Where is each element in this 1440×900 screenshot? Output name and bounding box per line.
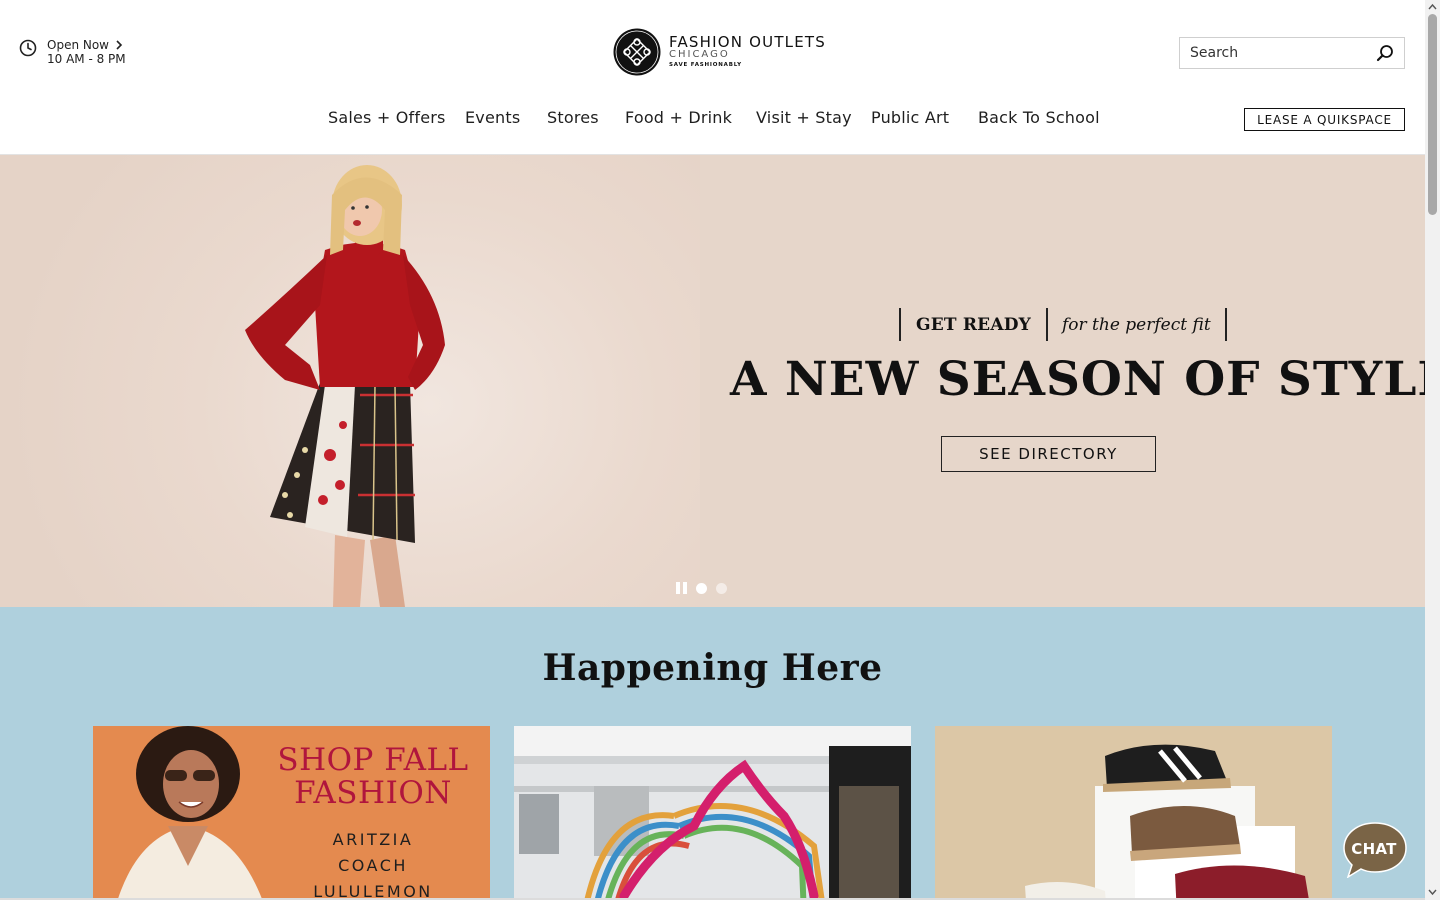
sneakers-image xyxy=(935,726,1332,900)
vertical-scrollbar[interactable] xyxy=(1425,0,1440,900)
section-title: Happening Here xyxy=(542,647,883,689)
carousel-dot-2[interactable] xyxy=(716,582,727,594)
logo-city: CHICAGO xyxy=(669,49,730,60)
carousel-dot-1[interactable] xyxy=(696,582,707,594)
public-art-image xyxy=(514,726,911,900)
search-input[interactable] xyxy=(1180,38,1370,68)
nav-visit-stay[interactable]: Visit + Stay xyxy=(756,108,852,127)
chat-button[interactable]: CHAT xyxy=(1343,822,1407,878)
promo-headline-line1: SHOP FALL xyxy=(277,742,469,778)
happening-here-section: Happening Here SHOP FALL FASHION ARITZIA… xyxy=(0,607,1425,900)
pause-icon[interactable] xyxy=(676,582,687,594)
store-hours[interactable]: Open Now 10 AM - 8 PM xyxy=(19,38,126,66)
hero-kicker-left: GET READY xyxy=(916,314,1031,335)
search-box xyxy=(1179,37,1405,69)
brand-item: LULULEMON xyxy=(313,882,433,900)
site-header: Open Now 10 AM - 8 PM FASHION OUTLETS CH… xyxy=(0,0,1425,155)
knot-logo-icon xyxy=(613,28,661,76)
brand-item: ARITZIA xyxy=(332,830,414,849)
nav-sales-offers[interactable]: Sales + Offers xyxy=(328,108,446,127)
scroll-down-icon[interactable] xyxy=(1428,888,1437,896)
clock-icon xyxy=(19,39,37,57)
nav-back-to-school[interactable]: Back To School xyxy=(978,108,1100,127)
carousel-controls xyxy=(676,582,727,594)
divider xyxy=(1224,308,1227,341)
hero-kicker-right: for the perfect fit xyxy=(1062,314,1211,335)
logo-name: FASHION OUTLETS xyxy=(669,33,826,51)
promo-brand-list: ARITZIA COACH LULULEMON xyxy=(253,827,490,900)
promo-card-public-art[interactable] xyxy=(514,726,911,900)
site-logo[interactable]: FASHION OUTLETS CHICAGO SAVE FASHIONABLY xyxy=(613,28,826,76)
search-icon[interactable] xyxy=(1376,44,1394,62)
hero-kicker: GET READY for the perfect fit xyxy=(899,308,1227,341)
see-directory-button[interactable]: SEE DIRECTORY xyxy=(941,436,1156,472)
main-nav: Sales + Offers Events Stores Food + Drin… xyxy=(0,108,1425,132)
scrollbar-thumb[interactable] xyxy=(1428,14,1437,215)
brand-item: COACH xyxy=(338,856,408,875)
hero-model-image xyxy=(245,165,445,607)
lease-quikspace-button[interactable]: LEASE A QUIKSPACE xyxy=(1244,108,1405,131)
promo-card-fall-fashion[interactable]: SHOP FALL FASHION ARITZIA COACH LULULEMO… xyxy=(93,726,490,900)
chat-label: CHAT xyxy=(1351,840,1397,858)
logo-tagline: SAVE FASHIONABLY xyxy=(669,62,742,68)
hero-headline: A NEW SEASON OF STYLE xyxy=(730,352,1425,407)
nav-public-art[interactable]: Public Art xyxy=(871,108,949,127)
chevron-right-icon xyxy=(116,40,123,50)
hero-carousel: GET READY for the perfect fit A NEW SEAS… xyxy=(0,155,1425,607)
promo-headline: SHOP FALL FASHION xyxy=(253,744,490,810)
open-status[interactable]: Open Now xyxy=(47,38,109,52)
hours-times: 10 AM - 8 PM xyxy=(47,52,126,66)
nav-food-drink[interactable]: Food + Drink xyxy=(625,108,732,127)
promo-headline-line2: FASHION xyxy=(294,775,452,811)
promo-card-sneakers[interactable] xyxy=(935,726,1332,900)
nav-events[interactable]: Events xyxy=(465,108,520,127)
nav-stores[interactable]: Stores xyxy=(547,108,599,127)
scroll-up-icon[interactable] xyxy=(1428,3,1437,11)
